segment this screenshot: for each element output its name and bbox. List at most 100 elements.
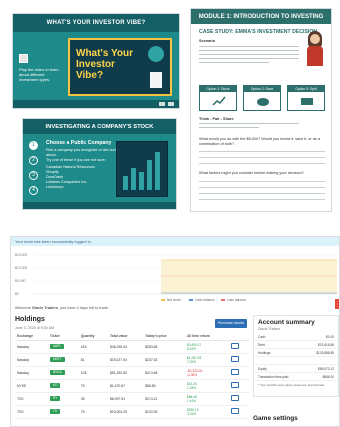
- list-intro: Try one of these if you are not sure:: [46, 158, 106, 162]
- step-4: 4: [29, 186, 38, 195]
- account-note: * Your portfolio and equity values are a…: [258, 383, 326, 387]
- legend-net-worth: Net worth: [167, 298, 181, 302]
- quantity-cell: 108: [78, 366, 108, 380]
- legend-cash: Cash balance: [195, 298, 215, 302]
- account-summary-panel: Account summary Glacie Traders Cash $0.00…: [253, 315, 339, 397]
- return-cell: $1,287.53 7.25%: [184, 353, 230, 367]
- actions-cell: [229, 366, 249, 380]
- price-cell: $237.53: [143, 353, 185, 367]
- sell-button[interactable]: [231, 343, 240, 349]
- exchange-cell: TSX: [15, 392, 48, 406]
- ticker-badge[interactable]: RY: [49, 396, 61, 401]
- account-row: [254, 357, 338, 365]
- sell-button[interactable]: [231, 408, 240, 414]
- exchange-cell: Nasdaq: [15, 340, 48, 354]
- account-row: Cash $0.00: [254, 333, 338, 341]
- ticker-badge[interactable]: MSFT: [49, 357, 65, 362]
- scenario-text: [199, 46, 299, 66]
- video-title-line2: Investor: [76, 59, 115, 70]
- table-row: Nasdaq MSFT 81 $19,027.04 $237.53 $1,287.53 7.…: [15, 353, 249, 367]
- actions-cell: [229, 340, 249, 354]
- answer-line[interactable]: [199, 181, 325, 182]
- ticker-cell: AAPL: [47, 340, 79, 354]
- answer-line[interactable]: [199, 163, 325, 164]
- y-tick-label: $0: [15, 292, 19, 296]
- table-row: TSX TD 75 $10,004.25 $133.39 $295.13 3.04%: [15, 405, 249, 419]
- table-header-row: Exchange Ticker Quantity Total value Tod…: [15, 333, 249, 341]
- answer-line[interactable]: [199, 151, 325, 152]
- return-percent: 7.25%: [186, 359, 197, 364]
- chart-icon: [212, 96, 226, 106]
- slide-investigating-stock: INVESTIGATING A COMPANY'S STOCK 1 2 3 4 …: [22, 118, 177, 210]
- person-illustration: [305, 31, 325, 67]
- answer-line[interactable]: [199, 157, 325, 158]
- col-actions: [229, 333, 249, 341]
- sell-button[interactable]: [231, 369, 240, 375]
- table-row: Nasdaq NVDA 108 $51,252.60 $474.48 -$2,343.26…: [15, 366, 249, 380]
- login-alert: Your team has been successfully logged i…: [11, 237, 339, 246]
- option-cards: Option 1: Stock Option 2: Save Option 3:…: [199, 85, 325, 111]
- total-value-cell: $6,097.51: [107, 392, 144, 406]
- total-value-cell: $46,235.04: [107, 340, 144, 354]
- answer-line[interactable]: [199, 193, 325, 194]
- option-card-stock: Option 1: Stock: [199, 85, 237, 111]
- feedback-tab[interactable]: [335, 299, 339, 309]
- legend-swatch-net-worth: [161, 299, 165, 301]
- trading-app-window: Your team has been successfully logged i…: [10, 236, 340, 427]
- ticker-cell: NVDA: [47, 366, 79, 380]
- ticker-badge[interactable]: TD: [49, 409, 61, 414]
- actions-cell: [229, 353, 249, 367]
- y-tick-label: $10,000: [15, 266, 27, 270]
- legend-swatch-cash: [189, 299, 193, 301]
- return-cell: $19.26 1.33%: [184, 379, 230, 393]
- purchase-stocks-button[interactable]: Purchase stocks: [215, 319, 247, 328]
- video-title-line3: Vibe?: [76, 70, 104, 81]
- slide-header: WHAT'S YOUR INVESTOR VIBE?: [13, 14, 179, 32]
- legend-swatch-loan: [221, 299, 225, 301]
- total-value-cell: $51,252.60: [107, 366, 144, 380]
- sell-button[interactable]: [231, 382, 240, 388]
- question-1: What would you do with the $5,000? Would…: [199, 137, 321, 146]
- quantity-cell: 81: [78, 353, 108, 367]
- exchange-cell: Nasdaq: [15, 353, 48, 367]
- net-worth-chart: $15,000 $10,000 $5,000 $0 Net worth Cash…: [15, 253, 337, 302]
- account-row-label: Holdings: [258, 350, 271, 355]
- slide-header: INVESTIGATING A COMPANY'S STOCK: [23, 119, 176, 134]
- cube-icon: [19, 54, 28, 63]
- table-row: NYSE KO 75 $1,470.67 $58.83 $19.26 1.33%: [15, 379, 249, 393]
- step-2: 2: [29, 156, 38, 165]
- ticker-badge[interactable]: NVDA: [49, 370, 65, 375]
- decor-block: [150, 72, 162, 88]
- y-tick-label: $5,000: [15, 279, 25, 283]
- price-cell: $174.21: [143, 392, 185, 406]
- nav-prev-icon[interactable]: [159, 102, 165, 106]
- account-summary-title: Account summary: [258, 319, 315, 326]
- return-percent: 1.33%: [186, 385, 197, 390]
- decor-circle: [148, 46, 164, 62]
- ticker-cell: RY: [47, 392, 79, 406]
- answer-line[interactable]: [199, 199, 325, 200]
- table-row: Nasdaq AAPL 163 $46,235.04 $283.65 $3,490.17 8…: [15, 340, 249, 354]
- sell-button[interactable]: [231, 395, 240, 401]
- account-team-name: Glacie Traders: [258, 327, 281, 331]
- ticker-badge[interactable]: KO: [49, 383, 61, 388]
- slide-side-text: Play the video to learn about different …: [19, 67, 59, 82]
- answer-line[interactable]: [199, 187, 325, 188]
- price-cell: $58.83: [143, 379, 185, 393]
- video-thumbnail[interactable]: What's Your Investor Vibe?: [68, 38, 172, 96]
- exchange-cell: Nasdaq: [15, 366, 48, 380]
- company-item: Lululemon: [46, 185, 64, 189]
- exchange-cell: TSX: [15, 405, 48, 419]
- col-todays-price: Today's price: [143, 333, 185, 341]
- quantity-cell: 75: [78, 379, 108, 393]
- y-tick-label: $15,000: [15, 253, 27, 257]
- actions-cell: [229, 379, 249, 393]
- holdings-title: Holdings: [15, 316, 45, 323]
- return-percent: 8.15%: [186, 346, 197, 351]
- sell-button[interactable]: [231, 356, 240, 362]
- return-cell: $86.48 1.44%: [184, 392, 230, 406]
- think-text: [199, 123, 299, 131]
- welcome-message: Welcome Glacie Traders, you have 4 days …: [15, 306, 109, 310]
- ticker-badge[interactable]: AAPL: [49, 344, 65, 349]
- nav-next-icon[interactable]: [168, 102, 174, 106]
